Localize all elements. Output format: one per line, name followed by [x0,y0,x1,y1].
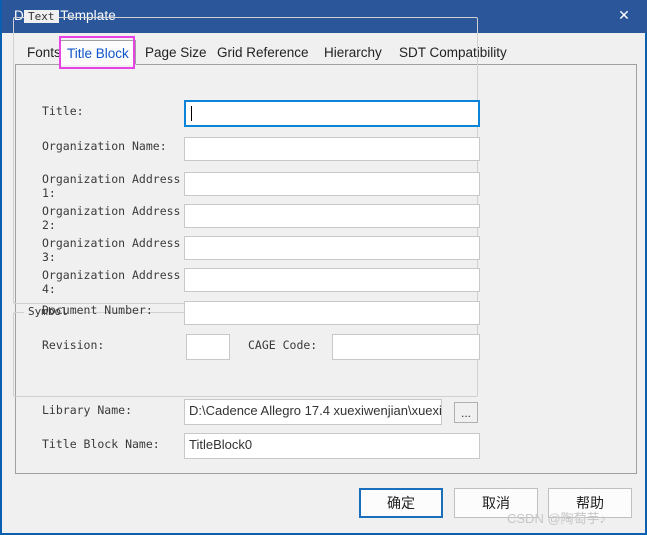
cage-code-label: CAGE Code: [248,338,318,352]
library-name-input[interactable]: D:\Cadence Allegro 17.4 xuexiwenjian\xue… [184,399,442,425]
organization-address-3-label: Organization Address 3: [42,236,181,264]
tab-title-block[interactable]: Title Block [60,40,136,65]
organization-address-2-label: Organization Address 2: [42,204,181,232]
cancel-button[interactable]: 取消 [454,488,538,518]
library-name-label: Library Name: [42,403,133,417]
document-number-label: Document Number: [42,303,153,317]
library-name-value: D:\Cadence Allegro 17.4 xuexiwenjian\xue… [189,403,442,418]
organization-address-2-input[interactable] [184,204,480,228]
title-label: Title: [42,104,84,118]
organization-address-4-label: Organization Address 4: [42,268,181,296]
organization-address-1-label: Organization Address 1: [42,172,181,200]
ok-button[interactable]: 确定 [359,488,443,518]
organization-name-input[interactable] [184,137,480,161]
help-button[interactable]: 帮助 [548,488,632,518]
text-caret [191,106,192,121]
close-icon[interactable]: ✕ [609,3,639,27]
revision-label: Revision: [42,338,105,352]
title-block-name-value: TitleBlock0 [189,437,253,452]
organization-address-1-input[interactable] [184,172,480,196]
document-number-input[interactable] [184,301,480,325]
organization-name-label: Organization Name: [42,139,167,153]
design-template-dialog: Design Template ✕ Fonts Title Block Page S… [0,0,647,535]
revision-input[interactable] [186,334,230,360]
organization-address-4-input[interactable] [184,268,480,292]
cage-code-input[interactable] [332,334,480,360]
organization-address-3-input[interactable] [184,236,480,260]
tab-label: Title Block [67,46,129,61]
library-browse-button[interactable]: ... [454,402,478,423]
title-block-name-input[interactable]: TitleBlock0 [184,433,480,459]
title-block-name-label: Title Block Name: [42,437,160,451]
text-group-legend: Text [24,10,59,23]
title-input[interactable] [184,100,480,127]
